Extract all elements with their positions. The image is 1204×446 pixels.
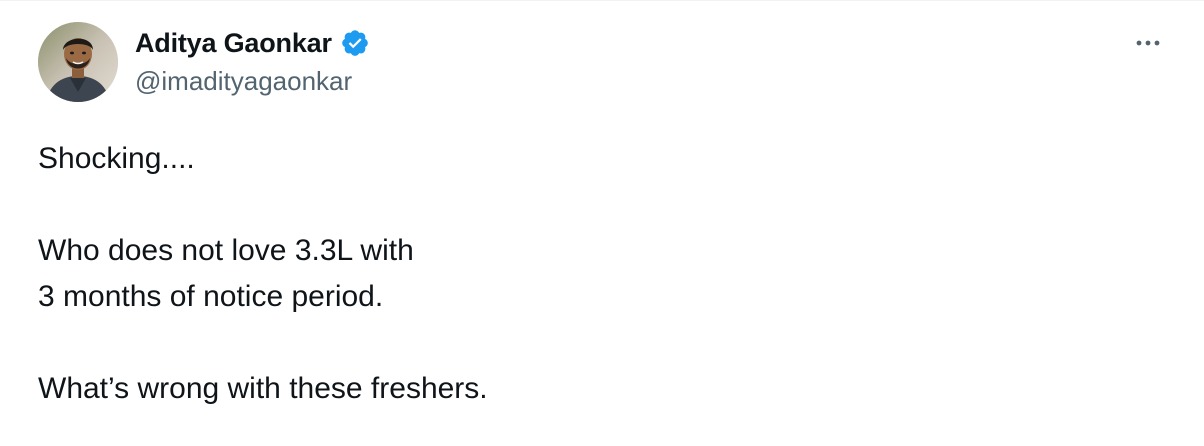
tweet-text: Shocking.... Who does not love 3.3L with… — [38, 136, 1158, 412]
verified-badge-icon[interactable] — [340, 28, 370, 58]
author-display-name[interactable]: Aditya Gaonkar — [135, 28, 332, 59]
more-horizontal-icon — [1136, 40, 1160, 46]
more-options-button[interactable] — [1126, 26, 1170, 60]
top-divider — [0, 0, 1204, 1]
tweet-line: Who does not love 3.3L with — [38, 234, 414, 267]
author-name-row: Aditya Gaonkar — [135, 24, 370, 62]
tweet-line: 3 months of notice period. — [38, 280, 384, 313]
avatar-image — [38, 22, 118, 102]
avatar[interactable] — [38, 22, 118, 102]
tweet-card: Aditya Gaonkar @imadityagaonkar Shocking… — [0, 0, 1204, 446]
tweet-line: Shocking.... — [38, 142, 195, 175]
tweet-line: What’s wrong with these freshers. — [38, 372, 488, 405]
author-handle[interactable]: @imadityagaonkar — [135, 66, 352, 97]
